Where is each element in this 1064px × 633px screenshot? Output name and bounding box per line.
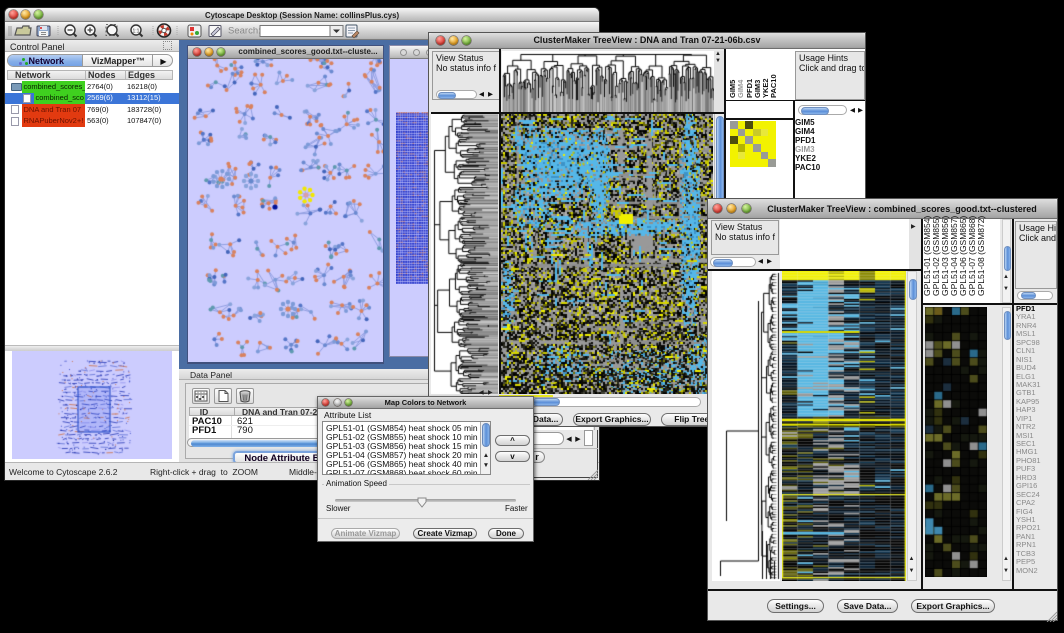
- svg-text:Search:: Search:: [228, 26, 261, 37]
- svg-text:1:1: 1:1: [133, 29, 140, 35]
